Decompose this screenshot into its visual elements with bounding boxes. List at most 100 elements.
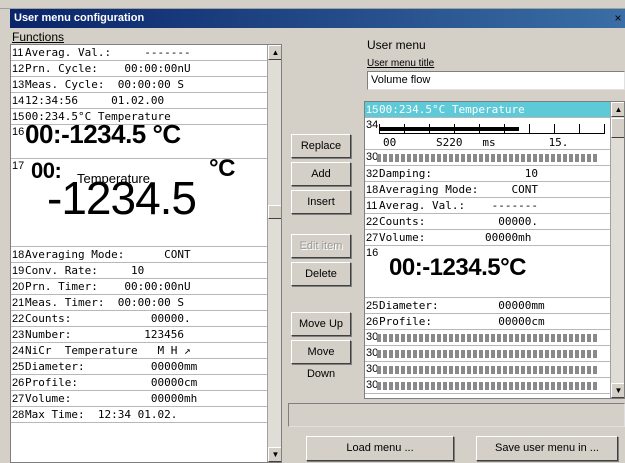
list-row[interactable]: 26Profile: 00000cm [365, 314, 624, 330]
row-pattern [377, 334, 597, 342]
scroll-down-icon[interactable]: ▼ [268, 447, 281, 462]
list-row[interactable]: 12Prn. Cycle: 00:00:00nU [11, 61, 281, 77]
row-text: 00:234.5°C Temperature [379, 103, 525, 116]
functions-label: Functions [12, 30, 65, 44]
list-row[interactable]: 25Diameter: 00000mm [11, 359, 281, 375]
row-number: 14 [12, 95, 25, 107]
row-number: 25 [366, 300, 379, 312]
list-row-big[interactable]: 16 00:-1234.5°C [365, 246, 624, 298]
list-row[interactable]: 26Profile: 00000cm [11, 375, 281, 391]
bar-tick [604, 124, 605, 134]
bar-tick [379, 124, 380, 134]
move-up-button[interactable]: Move Up [291, 312, 351, 336]
insert-button[interactable]: Insert [291, 190, 351, 214]
row-text: Averag. Val.: ------- [25, 46, 191, 59]
scroll-up-icon[interactable]: ▲ [611, 102, 624, 117]
dialog-title: User menu configuration [14, 12, 145, 24]
list-row-big[interactable]: 16 00:-1234.5 °C [11, 121, 281, 159]
row-pattern [377, 366, 597, 374]
row-number: 23 [12, 329, 25, 341]
bar-scale: 00 S220 ms 15. [383, 136, 569, 149]
list-row[interactable]: 25Diameter: 00000mm [365, 298, 624, 314]
close-icon[interactable]: × [611, 11, 625, 25]
scroll-down-icon[interactable]: ▼ [611, 383, 624, 398]
user-menu-title-input[interactable]: Volume flow [367, 71, 625, 90]
row-text: Counts: 00000. [25, 312, 191, 325]
list-row[interactable]: 32Damping: 10 [365, 166, 624, 182]
bar-tick [529, 124, 530, 134]
list-row-stripe[interactable]: 30 [365, 150, 624, 166]
bar-tick [504, 124, 505, 134]
user-menu-list[interactable]: 1500:234.5°C Temperature 34 00 S220 ms 15.… [364, 101, 625, 399]
dialog-body: Functions 11 Averag. Val.: ------- 12Prn. … [10, 28, 625, 463]
row-number: 32 [366, 168, 379, 180]
row-number: 18 [366, 184, 379, 196]
bar-tick [479, 124, 480, 134]
list-row[interactable]: 27Volume: 00000mh [365, 230, 624, 246]
add-button[interactable]: Add [291, 162, 351, 186]
user-menu-title-label: User menu title [367, 58, 435, 69]
save-user-menu-button[interactable]: Save user menu in ... [476, 436, 618, 461]
row-pattern [377, 154, 597, 162]
list-row[interactable]: 11 Averag. Val.: ------- [365, 198, 624, 214]
list-row[interactable]: 24NiCr Temperature M H ↗ [11, 343, 281, 359]
list-row[interactable]: 21Meas. Timer: 00:00:00 S [11, 295, 281, 311]
move-down-button[interactable]: Move Down [291, 340, 351, 380]
scroll-thumb[interactable] [268, 205, 281, 219]
bar-tick [454, 124, 455, 134]
bar-tick [579, 124, 580, 134]
list-row-stripe[interactable]: 30 [365, 378, 624, 394]
row-text: Profile: 00000cm [25, 376, 198, 389]
row-number: 20 [12, 281, 25, 293]
scroll-up-icon[interactable]: ▲ [268, 45, 281, 60]
row-text: Diameter: 00000mm [379, 299, 545, 312]
list-row[interactable]: 23Number: 123456 [11, 327, 281, 343]
list-row[interactable]: 19Conv. Rate: 10 [11, 263, 281, 279]
list-row[interactable]: 27Volume: 00000mh [11, 391, 281, 407]
row-text: Averag. Val.: ------- [379, 199, 538, 212]
bar-tick [404, 124, 405, 134]
functions-list[interactable]: 11 Averag. Val.: ------- 12Prn. Cycle: 00:… [10, 44, 282, 463]
row-text: NiCr Temperature M H ↗ [25, 344, 191, 357]
row-text: Profile: 00000cm [379, 315, 545, 328]
scroll-thumb[interactable] [611, 118, 624, 138]
functions-scrollbar[interactable]: ▲ ▼ [267, 45, 281, 462]
list-row-stripe[interactable]: 30 [365, 330, 624, 346]
list-row-stripe[interactable]: 30 [365, 346, 624, 362]
list-row[interactable]: 13Meas. Cycle: 00:00:00 S [11, 77, 281, 93]
row-text: Averaging Mode: CONT [379, 183, 538, 196]
row-text: Counts: 00000. [379, 215, 538, 228]
row-number: 19 [12, 265, 25, 277]
user-menu-scrollbar[interactable]: ▲ ▼ [610, 102, 624, 398]
user-menu-label: User menu [367, 38, 426, 52]
row-number: 13 [12, 79, 25, 91]
list-row-huge[interactable]: 17 00: Temperature °C -1234.5 [11, 157, 281, 247]
list-row[interactable]: 11 Averag. Val.: ------- [11, 45, 281, 61]
row-number: 15 [366, 104, 379, 116]
list-row[interactable]: 20Prn. Timer: 00:00:00nU [11, 279, 281, 295]
list-row[interactable]: 28Max Time: 12:34 01.02. [11, 407, 281, 423]
list-row[interactable]: 1500:234.5°C Temperature [365, 102, 624, 118]
row-text: 12:34:56 01.02.00 [25, 94, 165, 107]
list-row[interactable]: 18Averaging Mode: CONT [365, 182, 624, 198]
delete-button[interactable]: Delete [291, 262, 351, 286]
replace-button[interactable]: Replace [291, 134, 351, 158]
row-number: 16 [366, 247, 379, 259]
edit-item-button[interactable]: Edit item [291, 234, 351, 258]
list-row[interactable]: 22Counts: 00000. [11, 311, 281, 327]
row-number: 11 [12, 47, 24, 59]
row-number: 18 [12, 249, 25, 261]
row-number: 15 [12, 111, 25, 123]
load-menu-button[interactable]: Load menu ... [306, 436, 454, 461]
bar-graph-row[interactable]: 34 00 S220 ms 15. [365, 118, 624, 150]
row-number: 17 [12, 160, 25, 172]
dialog-title-bar[interactable]: User menu configuration [10, 9, 625, 28]
row-number: 27 [12, 393, 25, 405]
list-row[interactable]: 22Counts: 00000. [365, 214, 624, 230]
list-row[interactable]: 1412:34:56 01.02.00 [11, 93, 281, 109]
list-row-stripe[interactable]: 30 [365, 362, 624, 378]
row-number: 34 [366, 119, 379, 131]
list-row[interactable]: 18Averaging Mode: CONT [11, 247, 281, 263]
row-text: Max Time: 12:34 01.02. [25, 408, 178, 421]
row-pattern [377, 382, 597, 390]
